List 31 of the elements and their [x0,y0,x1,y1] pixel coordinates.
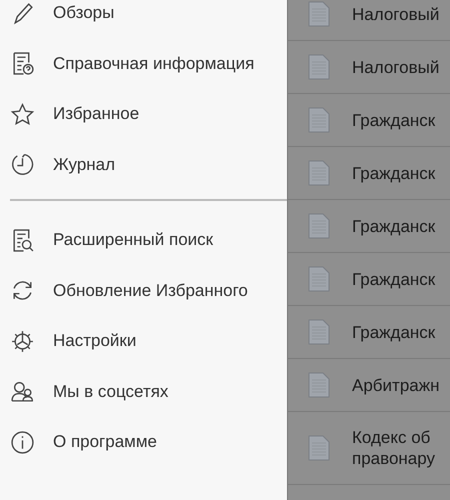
people-icon [10,379,35,404]
document-row[interactable]: Арбитражн [288,359,450,412]
menu-item[interactable]: О программе [0,417,287,468]
menu-item[interactable]: Обновление Избранного [0,266,287,316]
menu-item[interactable]: Справочная информация [0,38,287,89]
settings-icon [10,328,35,354]
document-icon [308,54,330,80]
document-icon [308,319,330,345]
document-row[interactable]: Гражданск [288,200,450,253]
document-icon [308,266,330,292]
document-icon [308,435,330,461]
menu-item[interactable]: Обзоры [0,0,287,38]
document-row[interactable]: Гражданск [288,253,450,306]
menu-item[interactable]: Избранное [0,89,287,140]
document-row[interactable]: Гражданск [288,306,450,359]
document-row[interactable]: Налоговый [288,0,450,41]
history-icon [10,152,35,178]
document-row[interactable]: Налоговый [288,41,450,94]
document-icon [308,160,330,186]
star-icon [10,102,35,127]
menu-item[interactable]: Мы в соцсетях [0,366,287,417]
document-row[interactable]: Гражданск [288,94,450,147]
menu-item[interactable]: Расширенный поиск [0,215,287,266]
document-icon [308,372,330,398]
info-icon [10,430,35,455]
document-row[interactable]: Кодекс об правонару [288,412,450,485]
menu-item[interactable]: Журнал [0,140,287,190]
document-icon [308,107,330,133]
document-icon [308,213,330,239]
document-row[interactable]: Гражданск [288,147,450,200]
menu-item[interactable]: Настройки [0,316,287,366]
